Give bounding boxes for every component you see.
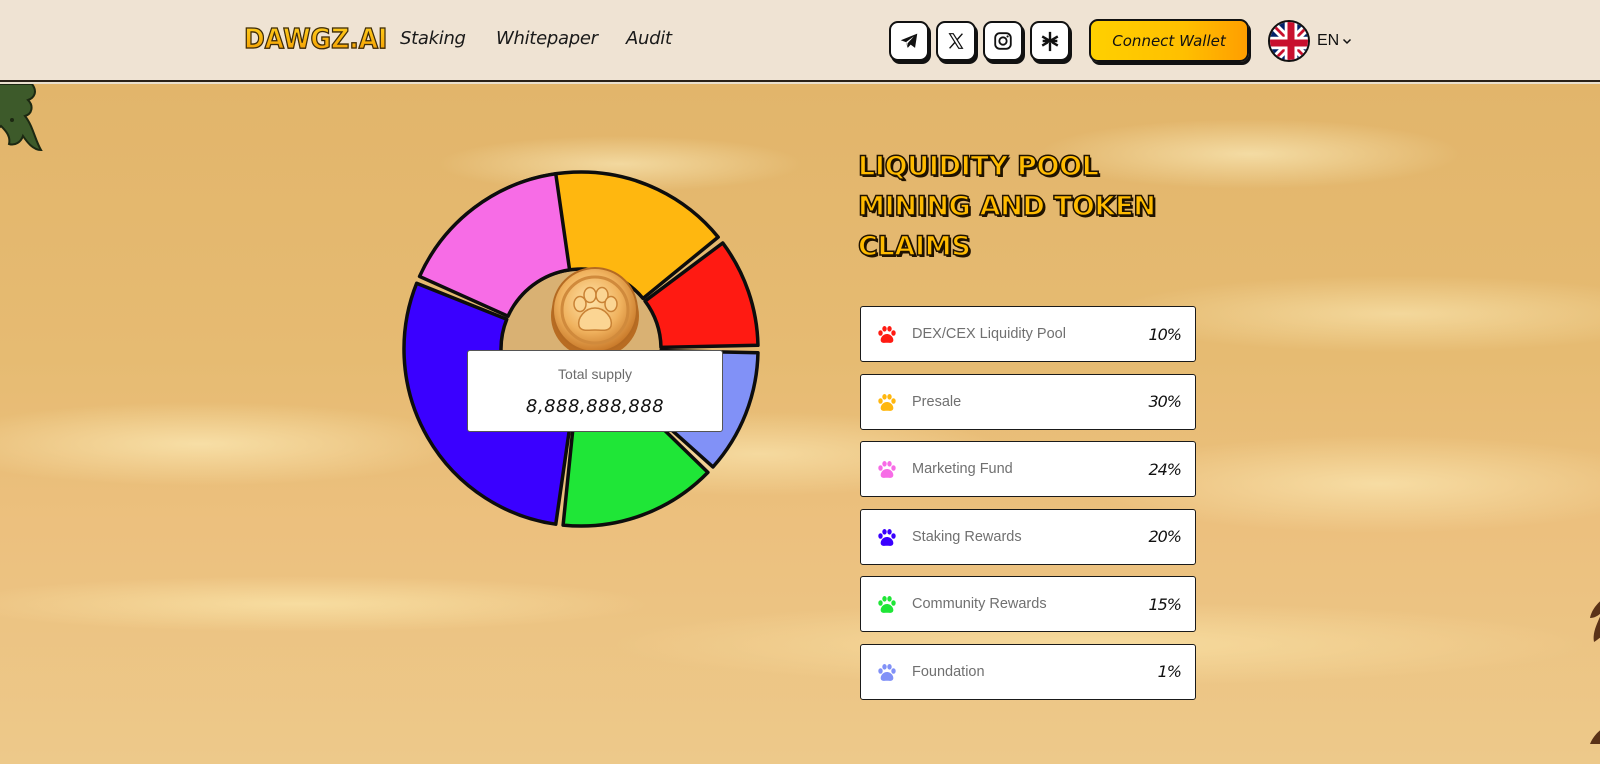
paw-icon: [878, 528, 896, 546]
allocation-label: Community Rewards: [912, 596, 1047, 612]
linktree-icon: [1041, 31, 1059, 52]
allocation-label: Foundation: [912, 663, 985, 680]
allocation-item-staking-rewards: Staking Rewards 20%: [860, 508, 1196, 565]
allocation-item-community-rewards: Community Rewards 15%: [860, 576, 1196, 632]
x-twitter-button[interactable]: [936, 21, 976, 61]
nav-link-audit[interactable]: Audit: [626, 28, 672, 49]
allocation-percent: 20%: [1148, 527, 1182, 546]
total-supply-label: Total supply: [558, 366, 632, 382]
telegram-icon: [900, 33, 918, 48]
paw-icon: [878, 663, 896, 681]
allocation-list: DEX/CEX Liquidity Pool 10% Presale 30% M…: [860, 306, 1196, 711]
allocation-item-dex-cex-liquidity-pool: DEX/CEX Liquidity Pool 10%: [860, 306, 1196, 362]
language-selector[interactable]: EN: [1268, 20, 1352, 62]
allocation-label: DEX/CEX Liquidity Pool: [912, 326, 1066, 342]
telegram-button[interactable]: [889, 21, 929, 61]
allocation-item-foundation: Foundation 1%: [860, 643, 1196, 700]
allocation-label: Marketing Fund: [912, 461, 1013, 477]
paw-icon: [878, 393, 896, 411]
allocation-percent: 10%: [1148, 324, 1182, 344]
uk-flag-icon: [1268, 20, 1310, 62]
top-navbar: DAWGZ.AI Staking Whitepaper Audit Connec…: [0, 0, 1600, 82]
connect-wallet-button[interactable]: Connect Wallet: [1089, 19, 1249, 62]
linktree-button[interactable]: [1030, 21, 1070, 61]
allocation-item-presale: Presale 30%: [860, 373, 1196, 430]
allocation-label: Presale: [912, 393, 962, 410]
total-supply-value: 8,888,888,888: [525, 396, 665, 417]
allocation-label: Staking Rewards: [912, 528, 1022, 545]
allocation-percent: 24%: [1148, 459, 1182, 479]
x-icon: [948, 33, 964, 49]
paw-icon: [878, 326, 896, 343]
language-label: EN: [1317, 32, 1340, 49]
allocation-percent: 30%: [1148, 392, 1182, 411]
section-title: LIQUIDITY POOL MINING AND TOKEN CLAIMS: [857, 150, 1156, 263]
allocation-percent: 15%: [1148, 594, 1182, 614]
tree-foliage-decoration-right: [1590, 601, 1600, 744]
instagram-button[interactable]: [983, 21, 1023, 61]
instagram-icon: [994, 32, 1012, 50]
total-supply-card: Total supply 8,888,888,888: [467, 350, 723, 432]
paw-icon: [878, 461, 896, 478]
logo[interactable]: DAWGZ.AI: [243, 22, 388, 55]
hero-background: [0, 84, 1600, 764]
allocation-item-marketing-fund: Marketing Fund 24%: [860, 441, 1196, 497]
allocation-percent: 1%: [1157, 662, 1182, 681]
nav-link-staking[interactable]: Staking: [400, 28, 466, 49]
paw-coin-icon: [551, 267, 639, 358]
paw-icon: [878, 596, 896, 613]
tree-foliage-decoration: [0, 84, 43, 152]
nav-link-whitepaper[interactable]: Whitepaper: [496, 28, 598, 49]
chevron-down-icon: [1343, 38, 1352, 45]
